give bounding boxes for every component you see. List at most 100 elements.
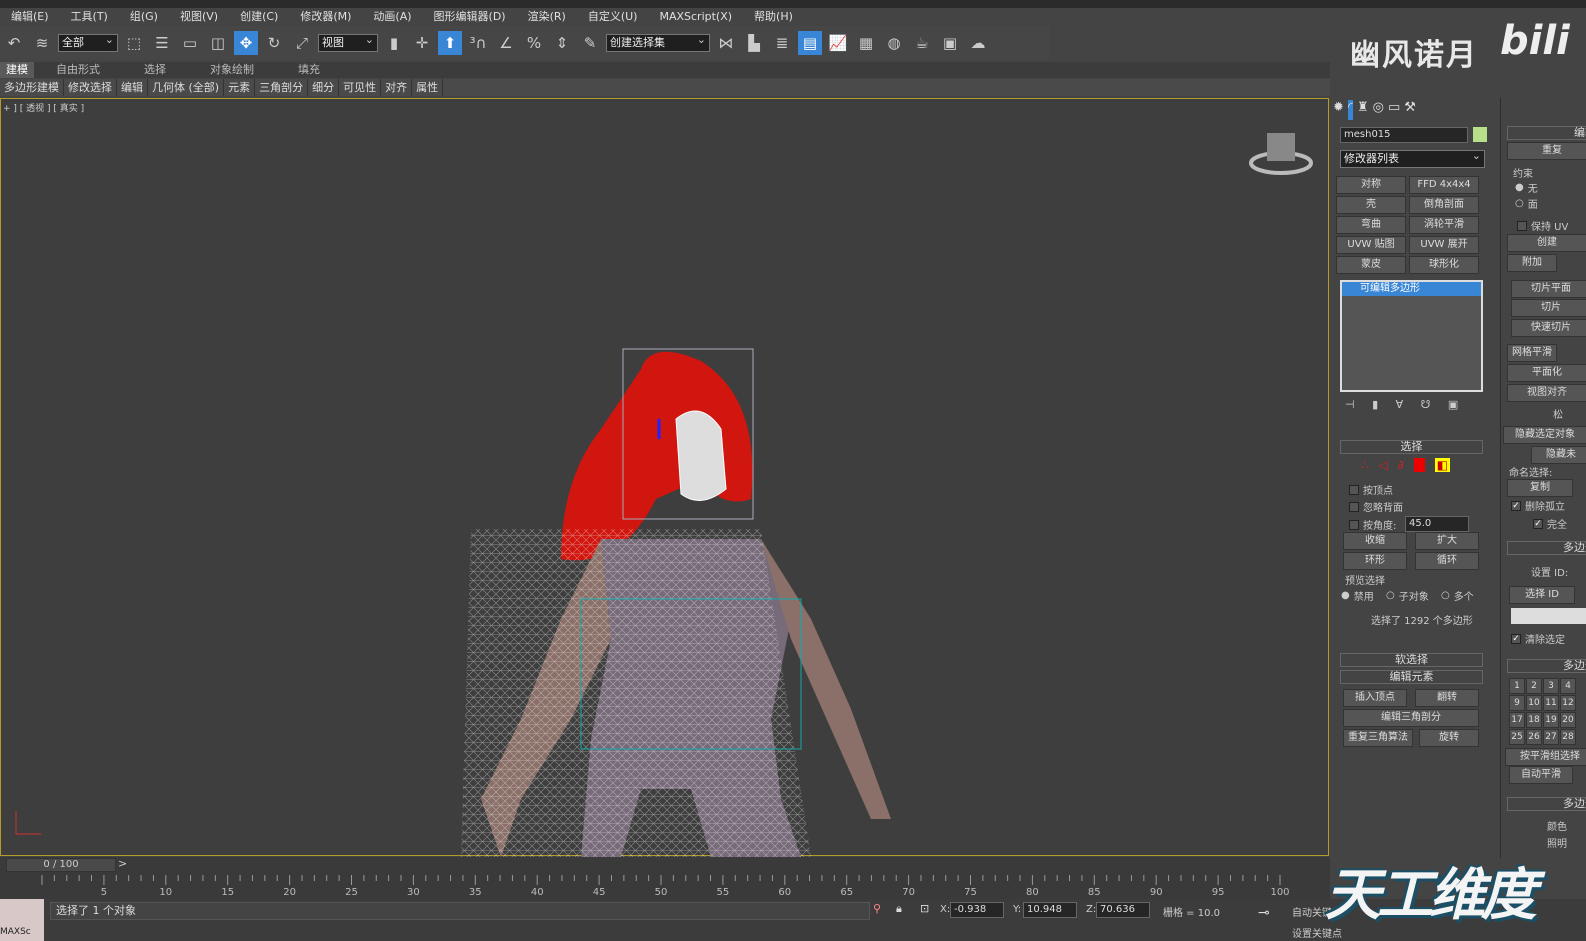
edit-elements-rollout-header[interactable]: 编辑元素 [1340,670,1483,684]
menu-item[interactable]: 自定义(U) [577,8,649,26]
z-coordinate-input[interactable]: 70.636 [1096,902,1150,918]
smoothing-group-button[interactable]: 25 [1509,729,1525,745]
ribbon-tab[interactable]: 自由形式 [34,62,122,78]
x-coordinate-input[interactable]: -0.938 [950,902,1004,918]
relax-label[interactable]: 松 [1553,406,1563,421]
select-by-smooth-button[interactable]: 按平滑组选择 [1505,748,1586,766]
menu-item[interactable]: 动画(A) [362,8,422,26]
copy-button[interactable]: 复制 [1507,479,1573,497]
menu-item[interactable]: 组(G) [119,8,169,26]
mirror-icon[interactable]: ⋈ [714,31,738,55]
slice-button[interactable]: 切片 [1511,299,1586,317]
keyboard-shortcut-override-icon[interactable]: ⬆ [438,31,462,55]
modifier-button[interactable]: 对称 [1336,176,1406,194]
smoothing-group-button[interactable]: 2 [1526,678,1542,694]
isolate-icon[interactable]: ⚲ [873,902,881,915]
modifier-button[interactable]: 倒角剖面 [1409,196,1479,214]
quickslice-button[interactable]: 快速切片 [1511,319,1586,337]
ribbon-tab[interactable]: 建模 [0,62,34,78]
ribbon-tab[interactable]: 填充 [276,62,342,78]
scene-explorer-icon[interactable]: ▤ [798,31,822,55]
ring-button[interactable]: 环形 [1343,552,1407,570]
attach-button[interactable]: 附加 [1507,254,1557,272]
align-icon[interactable]: ▙ [742,31,766,55]
menu-item[interactable]: 视图(V) [169,8,229,26]
undo-icon[interactable]: ↶ [2,31,26,55]
menu-item[interactable]: MAXScript(X) [648,8,743,26]
angle-snap-icon[interactable]: ∠ [494,31,518,55]
ribbon-panel[interactable]: 元素 [224,79,256,96]
curve-editor-icon[interactable]: 📈 [826,31,850,55]
selection-filter-dropdown[interactable]: 全部 [58,32,118,52]
scale-icon[interactable]: ⤢ [290,31,314,55]
perspective-viewport[interactable]: + ] [ 透视 ] [ 真实 ] [0,98,1329,857]
modifier-button[interactable]: UVW 展开 [1409,236,1479,254]
named-selection-dropdown[interactable]: 创建选择集 [606,32,710,52]
preview-disable-radio[interactable]: ● 禁用 [1341,588,1374,603]
key-icon[interactable]: ⊸ [1258,905,1270,921]
turn-button[interactable]: 旋转 [1419,729,1479,747]
smoothing-group-button[interactable]: 11 [1543,695,1559,711]
smoothing-group-button[interactable]: 17 [1509,712,1525,728]
smoothing-group-button[interactable]: 20 [1560,712,1576,728]
delete-isolated-checkbox[interactable]: ✓ 删除孤立 [1511,498,1565,513]
by-angle-checkbox[interactable]: 按角度: [1349,517,1396,532]
meshsmooth-button[interactable]: 网格平滑 [1507,344,1557,362]
y-coordinate-input[interactable]: 10.948 [1023,902,1077,918]
utilities-tab-icon[interactable]: ⚒ [1404,100,1416,120]
full-interactivity-checkbox[interactable]: ✓ 完全 [1533,516,1567,531]
rect-selection-icon[interactable]: ▭ [178,31,202,55]
render-icon[interactable]: ☁ [966,31,990,55]
menu-item[interactable]: 创建(C) [229,8,289,26]
layer-icon[interactable]: ≣ [770,31,794,55]
menu-item[interactable]: 修改器(M) [289,8,362,26]
ribbon-tab[interactable]: 对象绘制 [188,62,276,78]
ribbon-panel[interactable]: 可见性 [339,79,382,96]
slice-plane-button[interactable]: 切片平面 [1511,280,1586,298]
ribbon-tab[interactable]: 选择 [122,62,188,78]
maxscript-listener[interactable]: MAXSc [0,899,44,941]
angle-spinner[interactable]: 45.0 [1405,516,1469,532]
snap-icon[interactable]: ³∩ [466,31,490,55]
selection-rollout-header[interactable]: 选择 [1340,440,1483,454]
modifier-button[interactable]: 球形化 [1409,256,1479,274]
schematic-icon[interactable]: ▦ [854,31,878,55]
menu-item[interactable]: 工具(T) [60,8,119,26]
ribbon-panel[interactable]: 三角剖分 [255,79,309,96]
render-frame-icon[interactable]: ▣ [938,31,962,55]
hierarchy-tab-icon[interactable]: ♜ [1357,100,1369,120]
ribbon-panel[interactable]: 属性 [412,79,444,96]
repeat-last-button[interactable]: 重复 [1507,142,1586,160]
hide-selected-button[interactable]: 隐藏选定对象 [1503,426,1586,444]
grow-button[interactable]: 扩大 [1415,532,1479,550]
motion-tab-icon[interactable]: ◎ [1373,100,1384,120]
pivot-icon[interactable]: ▮ [382,31,406,55]
create-tab-icon[interactable]: ✹ [1333,100,1344,120]
rotate-icon[interactable]: ↻ [262,31,286,55]
preview-multiple-radio[interactable]: ○ 多个 [1441,588,1474,603]
smoothing-group-button[interactable]: 12 [1560,695,1576,711]
select-id-button[interactable]: 选择 ID [1509,586,1575,604]
constraint-none-radio[interactable]: ● 无 [1515,180,1538,195]
smoothing-group-button[interactable]: 19 [1543,712,1559,728]
modifier-button[interactable]: 蒙皮 [1336,256,1406,274]
object-color-swatch[interactable] [1473,127,1487,142]
planarize-button[interactable]: 平面化 [1507,364,1586,382]
modifier-stack[interactable]: 可编辑多边形 [1340,280,1483,392]
menu-item[interactable]: 编辑(E) [0,8,60,26]
stack-item-editable-poly[interactable]: 可编辑多边形 [1342,282,1481,296]
smoothing-group-button[interactable]: 26 [1526,729,1542,745]
menu-item[interactable]: 帮助(H) [743,8,804,26]
reference-coord-dropdown[interactable]: 视图 [318,32,378,52]
shrink-button[interactable]: 收缩 [1343,532,1407,550]
render-setup-icon[interactable]: ☕ [910,31,934,55]
modifier-button[interactable]: 涡轮平滑 [1409,216,1479,234]
bind-spacewarp-icon[interactable]: ≋ [30,31,54,55]
smoothing-group-button[interactable]: 3 [1543,678,1559,694]
select-manipulate-icon[interactable]: ✛ [410,31,434,55]
insert-vertex-button[interactable]: 插入顶点 [1343,689,1407,707]
stack-tools[interactable]: ⊣ ▮ ∀ ☋ ▣ [1345,398,1458,411]
ribbon-panel[interactable]: 细分 [308,79,340,96]
smoothing-group-button[interactable]: 4 [1560,678,1576,694]
smoothing-groups-header[interactable]: 多边形 [1507,659,1586,673]
